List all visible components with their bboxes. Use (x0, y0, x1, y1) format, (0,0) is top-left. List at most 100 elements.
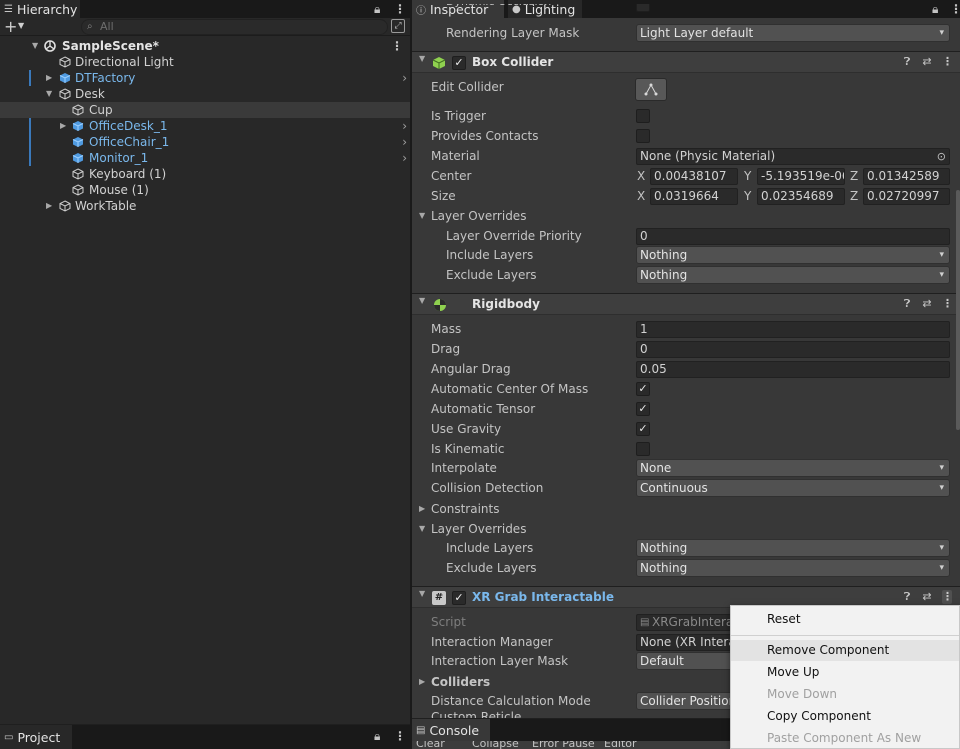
list-item[interactable]: OfficeChair_1 › (0, 134, 410, 150)
layer-overrides-foldout[interactable]: ▼ Layer Overrides (412, 206, 960, 226)
list-item[interactable]: Mouse (1) (0, 182, 410, 198)
fold-arrow-icon[interactable]: ▼ (419, 206, 425, 226)
fold-arrow-icon[interactable]: ▼ (419, 519, 425, 539)
is-kinematic-checkbox[interactable] (636, 442, 650, 456)
use-gravity-checkbox[interactable]: ✓ (636, 422, 650, 436)
menu-item-move-down: Move Down (767, 687, 837, 701)
rigidbody-header[interactable]: ▼ Rigidbody ❓︎ ⇄ ⋮ (412, 293, 960, 315)
component-header-icons: ❓︎ ⇄ ⋮ (902, 297, 953, 311)
include-layers-dropdown[interactable]: Nothing (636, 539, 950, 557)
list-item[interactable]: ▼ Desk (0, 86, 410, 102)
edit-collider-button[interactable] (635, 78, 667, 101)
list-item[interactable]: Monitor_1 › (0, 150, 410, 166)
enable-checkbox[interactable]: ✓ (452, 591, 466, 605)
expand-arrow-icon[interactable]: ▶ (46, 70, 52, 86)
error-pause-button[interactable]: Error Pause (532, 741, 595, 749)
exclude-layers-dropdown[interactable]: Nothing (636, 559, 950, 577)
list-item[interactable]: Keyboard (1) (0, 166, 410, 182)
chevron-right-icon[interactable]: › (402, 70, 407, 86)
rendering-layer-mask-row: Rendering Layer Mask Light Layer default (412, 23, 960, 43)
mass-field[interactable]: 1 (636, 321, 950, 338)
lock-icon[interactable]: 🔒︎ (374, 728, 380, 744)
collapse-button[interactable]: Collapse (472, 741, 519, 749)
list-item-selected[interactable]: Cup (0, 102, 410, 118)
fold-arrow-icon[interactable]: ▼ (419, 589, 425, 598)
fold-arrow-icon[interactable]: ▼ (419, 54, 425, 63)
collision-detection-dropdown[interactable]: Continuous (636, 479, 950, 497)
component-menu-icon[interactable]: ⋮ (942, 590, 953, 604)
provides-contacts-checkbox[interactable] (636, 129, 650, 143)
menu-item-reset[interactable]: Reset (731, 609, 959, 630)
help-icon[interactable]: ❓︎ (902, 297, 912, 311)
expand-arrow-icon[interactable]: ▶ (46, 198, 52, 214)
object-picker-icon[interactable]: ⊙ (937, 149, 946, 164)
chevron-right-icon[interactable]: › (402, 118, 407, 134)
angular-drag-field[interactable]: 0.05 (636, 361, 950, 378)
center-y-field[interactable]: -5.193519e-06 (757, 168, 845, 185)
lock-icon[interactable]: 🔒︎ (374, 1, 380, 17)
drag-field[interactable]: 0 (636, 341, 950, 358)
prefab-cube-icon (59, 73, 71, 83)
chevron-right-icon[interactable]: › (402, 134, 407, 150)
auto-com-checkbox[interactable]: ✓ (636, 382, 650, 396)
menu-item-copy-component[interactable]: Copy Component (731, 706, 959, 727)
center-x-field[interactable]: 0.00438107 (650, 168, 738, 185)
center-z-field[interactable]: 0.01342589 (863, 168, 950, 185)
chevron-down-icon[interactable]: ▼ (18, 21, 24, 30)
scene-row[interactable]: ▼ SampleScene* ⋮ (0, 38, 410, 54)
add-icon[interactable]: + (4, 17, 17, 36)
help-icon[interactable]: ❓︎ (902, 590, 912, 604)
is-trigger-checkbox[interactable] (636, 109, 650, 123)
editor-dropdown[interactable]: Editor (604, 741, 637, 749)
expand-arrow-icon[interactable]: ▶ (60, 118, 66, 134)
interpolate-dropdown[interactable]: None (636, 459, 950, 477)
chevron-right-icon[interactable]: › (402, 150, 407, 166)
fold-arrow-icon[interactable]: ▶ (419, 672, 425, 692)
include-layers-dropdown[interactable]: Nothing (636, 246, 950, 264)
layer-overrides-foldout[interactable]: ▼ Layer Overrides (412, 519, 960, 539)
help-icon[interactable]: ❓︎ (902, 55, 912, 69)
expand-arrow-icon[interactable]: ▼ (46, 86, 52, 102)
list-item[interactable]: ▶ OfficeDesk_1 › (0, 118, 410, 134)
list-item[interactable]: Directional Light (0, 54, 410, 70)
menu-item-remove-component[interactable]: Remove Component (731, 640, 959, 661)
component-menu-icon[interactable]: ⋮ (942, 297, 953, 311)
rendering-layer-mask-dropdown[interactable]: Light Layer default (636, 24, 950, 42)
search-input[interactable]: ⌕ All (81, 19, 388, 35)
constraints-foldout[interactable]: ▶ Constraints (412, 499, 960, 519)
menu-item-move-up[interactable]: Move Up (731, 662, 959, 683)
box-collider-header[interactable]: ▼ ✓ Box Collider ❓︎ ⇄ ⋮ (412, 51, 960, 73)
enable-checkbox[interactable]: ✓ (452, 56, 466, 70)
fold-arrow-icon[interactable]: ▶ (419, 499, 425, 519)
include-layers-row: Include Layers Nothing (412, 538, 960, 558)
exclude-layers-dropdown[interactable]: Nothing (636, 266, 950, 284)
more-options-icon[interactable]: ⋮ (394, 728, 406, 744)
fold-arrow-icon[interactable]: ▼ (419, 296, 425, 305)
expand-arrow-icon[interactable]: ▼ (32, 38, 38, 54)
size-y-field[interactable]: 0.02354689 (757, 188, 845, 205)
tab-hierarchy[interactable]: ☰ Hierarchy (0, 0, 80, 18)
list-item[interactable]: ▶ WorkTable (0, 198, 410, 214)
tab-project[interactable]: ▭ Project (0, 725, 72, 749)
presets-icon[interactable]: ⇄ (922, 55, 932, 69)
scene-menu-icon[interactable]: ⋮ (391, 38, 403, 54)
presets-icon[interactable]: ⇄ (922, 297, 932, 311)
presets-icon[interactable]: ⇄ (922, 590, 932, 604)
component-menu-icon[interactable]: ⋮ (942, 55, 953, 69)
tab-console[interactable]: ▤ Console (412, 719, 490, 741)
inspector-scrollbar[interactable] (956, 190, 960, 430)
z-label: Z (850, 189, 859, 203)
material-field[interactable]: None (Physic Material) ⊙ (636, 148, 950, 165)
scene-visibility-icon[interactable]: ⤢ (391, 19, 405, 33)
dynamic-occlusion-checkbox[interactable] (636, 4, 650, 12)
collision-detection-row: Collision Detection Continuous (412, 478, 960, 498)
layer-override-priority-field[interactable]: 0 (636, 228, 950, 245)
size-z-field[interactable]: 0.02720997 (863, 188, 950, 205)
list-item[interactable]: ▶ DTFactory › (0, 70, 410, 86)
clear-button[interactable]: Clear (416, 741, 445, 749)
more-options-icon[interactable]: ⋮ (394, 1, 406, 17)
search-icon: ⌕ (87, 21, 93, 32)
size-x-field[interactable]: 0.0319664 (650, 188, 738, 205)
z-label: Z (850, 169, 859, 183)
auto-tensor-checkbox[interactable]: ✓ (636, 402, 650, 416)
